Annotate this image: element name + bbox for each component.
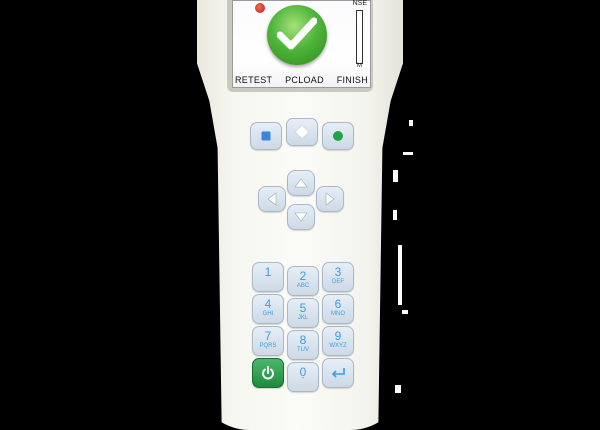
power-icon xyxy=(262,366,274,380)
key-9[interactable]: 9 WXYZ xyxy=(322,326,354,356)
key-3[interactable]: 3 DEF xyxy=(322,262,354,292)
level-top-label: NSE xyxy=(352,0,367,7)
record-dot-icon xyxy=(333,131,343,141)
key-5[interactable]: 5 JKL xyxy=(287,298,319,328)
backspace-button[interactable] xyxy=(322,358,354,388)
dpad-down-button[interactable] xyxy=(287,204,315,230)
stop-square-icon xyxy=(261,131,271,141)
check-icon xyxy=(267,5,327,65)
key-6[interactable]: 6 MNO xyxy=(322,294,354,324)
softkey-right-button[interactable] xyxy=(322,122,354,150)
down-arrow-icon xyxy=(294,212,308,222)
softkey-center-button[interactable] xyxy=(286,118,318,146)
speck xyxy=(409,120,413,126)
speck xyxy=(402,310,408,314)
key-0[interactable]: 0 ⎴ xyxy=(287,362,319,392)
backspace-icon xyxy=(331,368,345,378)
up-arrow-icon xyxy=(294,178,308,188)
diamond-icon xyxy=(295,125,309,139)
right-arrow-icon xyxy=(325,192,335,206)
key-2[interactable]: 2 ABC xyxy=(287,266,319,296)
speck xyxy=(395,385,401,393)
softkey-pcload[interactable]: PCLOAD xyxy=(285,75,324,85)
key-7[interactable]: 7 PQRS xyxy=(252,326,284,356)
dpad-right-button[interactable] xyxy=(316,186,344,212)
dpad-up-button[interactable] xyxy=(287,170,315,196)
left-arrow-icon xyxy=(267,192,277,206)
softkey-retest[interactable]: RETEST xyxy=(235,75,272,85)
speck xyxy=(403,152,413,155)
level-bottom-label: M xyxy=(357,63,362,69)
status-indicator-icon xyxy=(255,3,265,13)
speck xyxy=(393,210,397,220)
device-screen: NSE M RETEST PCLOAD FINISH xyxy=(232,0,371,88)
softkey-labels: RETEST PCLOAD FINISH xyxy=(233,75,370,85)
speck xyxy=(398,245,402,305)
dpad-left-button[interactable] xyxy=(258,186,286,212)
key-4[interactable]: 4 GHI xyxy=(252,294,284,324)
softkey-left-button[interactable] xyxy=(250,122,282,150)
softkey-finish[interactable]: FINISH xyxy=(337,75,368,85)
level-meter xyxy=(356,10,363,64)
speck xyxy=(393,170,398,182)
power-button[interactable] xyxy=(252,358,284,388)
key-1[interactable]: 1 xyxy=(252,262,284,292)
key-8[interactable]: 8 TUV xyxy=(287,330,319,360)
